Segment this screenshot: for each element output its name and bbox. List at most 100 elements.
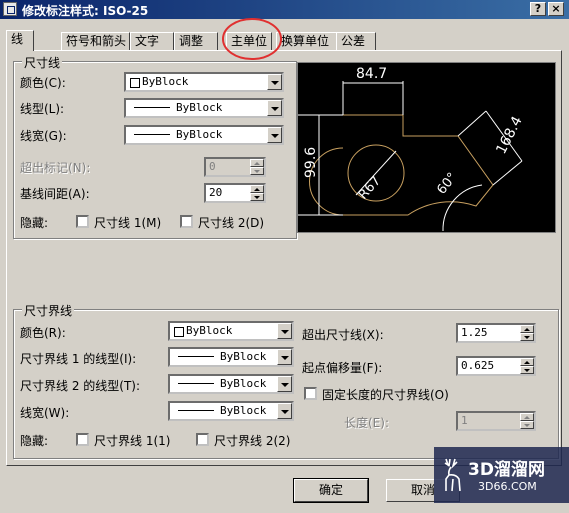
color-combo[interactable]: ByBlock — [124, 72, 284, 92]
tab-text[interactable]: 文字 — [130, 32, 174, 50]
color-label: 颜色(C): — [20, 76, 66, 90]
window-title: 修改标注样式: ISO-25 — [22, 4, 149, 18]
extend-beyond-dim-value: 1.25 — [461, 326, 488, 339]
line-sample — [134, 134, 170, 135]
ext-line2-linetype-combo[interactable]: ByBlock — [168, 374, 294, 394]
baseline-spacing-spinner[interactable]: 20 — [204, 183, 266, 203]
line-sample — [178, 410, 214, 411]
watermark-url: 3D66.COM — [478, 480, 537, 493]
dropdown-arrow-icon[interactable] — [277, 403, 292, 419]
spin-up-icon — [250, 159, 264, 167]
tab-tolerances[interactable]: 公差 — [336, 32, 376, 50]
dimension-preview-drawing: 84.7 99.6 168.4 R67 60° — [298, 66, 526, 232]
suppress-label: 隐藏: — [20, 216, 49, 230]
dim-text-right: 168.4 — [493, 114, 525, 157]
tab-symbols-arrows[interactable]: 符号和箭头 — [61, 32, 130, 50]
spin-down-icon[interactable] — [520, 366, 534, 374]
suppress-dim-line-1-label[interactable]: 尺寸线 1(M) — [94, 214, 161, 231]
baseline-spacing-label: 基线间距(A): — [20, 187, 90, 201]
ext-line1-linetype-label: 尺寸界线 1 的线型(I): — [20, 352, 137, 366]
suppress-dim-line-1-checkbox[interactable] — [76, 215, 89, 228]
dialog-window: 修改标注样式: ISO-25 ? × 线 符号和箭头 文字 调整 主单位 换算单… — [0, 0, 569, 513]
extension-lines-group: 尺寸界线 颜色(R): ByBlock 尺寸界线 1 的线型(I): ByBlo… — [13, 302, 559, 459]
line-sample — [134, 107, 170, 108]
tab-alternate-units[interactable]: 换算单位 — [276, 32, 338, 50]
length-label: 长度(E): — [344, 416, 389, 430]
color-value: ByBlock — [142, 75, 189, 88]
linetype-label: 线型(L): — [20, 102, 65, 116]
spin-up-icon[interactable] — [520, 325, 534, 333]
preview-pane: 84.7 99.6 168.4 R67 60° — [297, 62, 556, 233]
offset-from-origin-value: 0.625 — [461, 359, 495, 372]
deer-logo-icon — [444, 458, 461, 492]
spin-up-icon — [520, 413, 534, 421]
suppress-ext-line-1-checkbox[interactable] — [76, 433, 89, 446]
extend-beyond-ticks-spinner: 0 — [204, 157, 266, 177]
close-button[interactable]: × — [548, 2, 564, 16]
ext-suppress-label: 隐藏: — [20, 434, 49, 448]
dimension-lines-legend: 尺寸线 — [22, 54, 63, 71]
baseline-spacing-value: 20 — [209, 186, 223, 199]
dropdown-arrow-icon[interactable] — [267, 74, 282, 90]
watermark-brand: 3D溜溜网 — [468, 460, 545, 480]
fixed-length-label[interactable]: 固定长度的尺寸界线(O) — [322, 386, 449, 403]
fixed-length-checkbox[interactable] — [304, 387, 317, 400]
extension-lines-legend: 尺寸界线 — [22, 302, 75, 319]
offset-from-origin-spinner[interactable]: 0.625 — [456, 356, 536, 376]
ext-line1-linetype-combo[interactable]: ByBlock — [168, 347, 294, 367]
tab-panel: 尺寸线 颜色(C): ByBlock 线型(L): ByBlock 线宽(G):… — [6, 50, 562, 466]
linetype-combo[interactable]: ByBlock — [124, 98, 284, 118]
ext-line2-linetype-value: ByBlock — [220, 377, 267, 390]
dim-text-left: 99.6 — [303, 147, 319, 178]
dropdown-arrow-icon[interactable] — [277, 323, 292, 339]
extend-beyond-ticks-value: 0 — [209, 160, 216, 173]
ext-color-combo[interactable]: ByBlock — [168, 321, 294, 341]
extend-beyond-ticks-label: 超出标记(N): — [20, 161, 91, 175]
spin-down-icon[interactable] — [520, 333, 534, 341]
suppress-ext-line-2-label[interactable]: 尺寸界线 2(2) — [214, 432, 290, 449]
linetype-value: ByBlock — [176, 101, 223, 114]
offset-from-origin-label: 起点偏移量(F): — [302, 361, 383, 375]
color-swatch — [130, 78, 140, 88]
lineweight-combo[interactable]: ByBlock — [124, 125, 284, 145]
ext-line1-linetype-value: ByBlock — [220, 350, 267, 363]
suppress-ext-line-1-label[interactable]: 尺寸界线 1(1) — [94, 432, 170, 449]
extend-beyond-dim-label: 超出尺寸线(X): — [302, 328, 384, 342]
dimension-lines-group: 尺寸线 颜色(C): ByBlock 线型(L): ByBlock 线宽(G):… — [13, 54, 297, 239]
length-value: 1 — [461, 414, 468, 427]
dim-text-radius: R67 — [356, 174, 384, 203]
spin-up-icon[interactable] — [250, 185, 264, 193]
color-swatch — [174, 327, 184, 337]
dropdown-arrow-icon[interactable] — [267, 100, 282, 116]
app-icon — [3, 2, 17, 16]
ext-line-right-top — [457, 110, 487, 137]
spin-down-icon — [520, 421, 534, 429]
line-sample — [178, 383, 214, 384]
length-spinner: 1 — [456, 411, 536, 431]
spin-down-icon[interactable] — [250, 193, 264, 201]
ext-color-value: ByBlock — [186, 324, 233, 337]
spin-up-icon[interactable] — [520, 358, 534, 366]
dim-text-angle: 60° — [434, 170, 460, 197]
tab-lines[interactable]: 线 — [6, 30, 34, 51]
dropdown-arrow-icon[interactable] — [277, 349, 292, 365]
extend-beyond-dim-spinner[interactable]: 1.25 — [456, 323, 536, 343]
dropdown-arrow-icon[interactable] — [267, 127, 282, 143]
suppress-dim-line-2-label[interactable]: 尺寸线 2(D) — [198, 214, 264, 231]
lineweight-label: 线宽(G): — [20, 129, 67, 143]
line-sample — [178, 356, 214, 357]
suppress-dim-line-2-checkbox[interactable] — [180, 215, 193, 228]
ext-lineweight-combo[interactable]: ByBlock — [168, 401, 294, 421]
help-button[interactable]: ? — [530, 2, 546, 16]
spin-down-icon — [250, 167, 264, 175]
ext-line-right-bottom — [492, 160, 523, 186]
tab-fit[interactable]: 调整 — [174, 32, 218, 50]
dim-text-top: 84.7 — [356, 66, 387, 82]
ext-lineweight-label: 线宽(W): — [20, 406, 70, 420]
annotation-circle — [222, 18, 282, 60]
dropdown-arrow-icon[interactable] — [277, 376, 292, 392]
ok-button[interactable]: 确定 — [293, 478, 369, 503]
suppress-ext-line-2-checkbox[interactable] — [196, 433, 209, 446]
title-bar: 修改标注样式: ISO-25 ? × — [0, 0, 569, 19]
ext-lineweight-value: ByBlock — [220, 404, 267, 417]
